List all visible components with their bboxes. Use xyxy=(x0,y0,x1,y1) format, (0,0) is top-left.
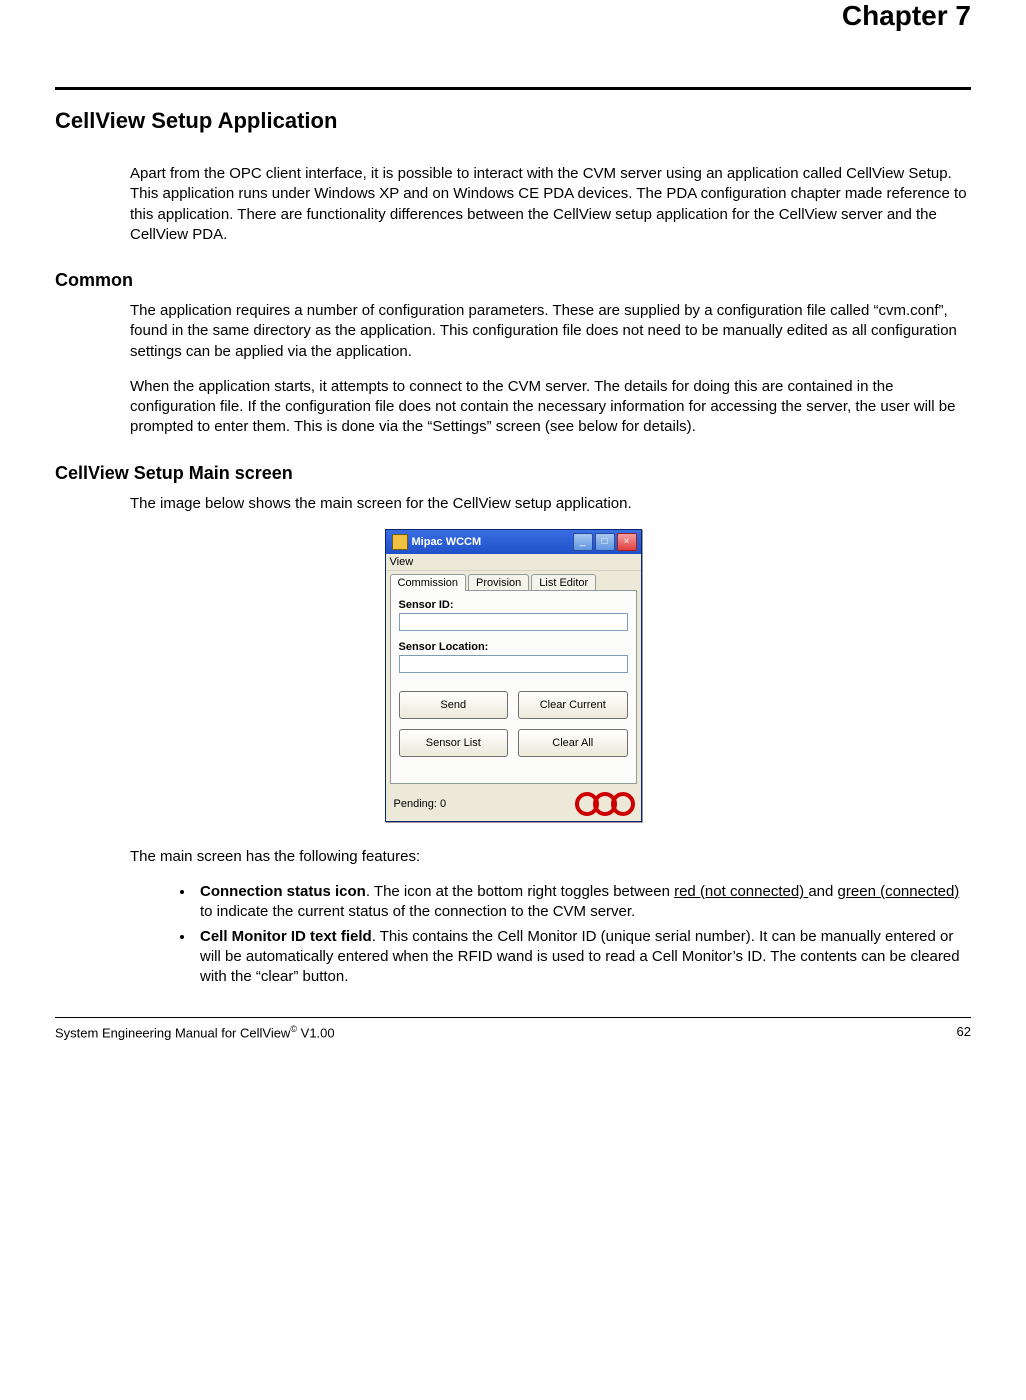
status-text: Pending: 0 xyxy=(394,798,447,810)
features-list: Connection status icon. The icon at the … xyxy=(55,882,971,987)
menu-view[interactable]: View xyxy=(390,556,414,568)
app-window: Mipac WCCM _ □ × View Commission Provisi… xyxy=(385,529,642,822)
sensor-location-input[interactable] xyxy=(399,655,628,673)
minimize-button[interactable]: _ xyxy=(573,533,593,551)
footer-left-b: V1.00 xyxy=(297,1026,335,1041)
menubar: View xyxy=(386,554,641,571)
sensor-id-input[interactable] xyxy=(399,613,628,631)
tab-list-editor[interactable]: List Editor xyxy=(531,574,596,591)
page-footer: System Engineering Manual for CellView© … xyxy=(55,1024,971,1040)
feature-connection-status: Connection status icon. The icon at the … xyxy=(195,882,971,923)
common-p2: When the application starts, it attempts… xyxy=(55,377,971,438)
connection-status-icon xyxy=(575,792,635,816)
main-screen-intro: The image below shows the main screen fo… xyxy=(55,494,971,514)
common-heading: Common xyxy=(55,270,971,291)
feature-1-underline-1: red (not connected) xyxy=(674,883,808,900)
section-heading: CellView Setup Application xyxy=(55,108,971,134)
titlebar: Mipac WCCM _ □ × xyxy=(386,530,641,554)
sensor-location-label: Sensor Location: xyxy=(399,641,628,653)
feature-cm-id-field: Cell Monitor ID text field. This contain… xyxy=(195,927,971,988)
app-screenshot-figure: Mipac WCCM _ □ × View Commission Provisi… xyxy=(55,529,971,822)
feature-1-title: Connection status icon xyxy=(200,883,366,900)
footer-left: System Engineering Manual for CellView© … xyxy=(55,1024,335,1040)
tab-commission[interactable]: Commission xyxy=(390,574,467,591)
feature-1-underline-2: green (connected) xyxy=(838,883,960,900)
tab-provision[interactable]: Provision xyxy=(468,574,529,591)
feature-1-text-b: and xyxy=(808,883,837,900)
maximize-button[interactable]: □ xyxy=(595,533,615,551)
clear-current-button[interactable]: Clear Current xyxy=(518,691,628,719)
feature-1-text-a: . The icon at the bottom right toggles b… xyxy=(366,883,674,900)
feature-2-title: Cell Monitor ID text field xyxy=(200,928,372,945)
statusbar: Pending: 0 xyxy=(386,788,641,821)
app-icon xyxy=(392,534,408,550)
window-title: Mipac WCCM xyxy=(412,536,569,548)
features-intro: The main screen has the following featur… xyxy=(55,847,971,867)
footer-rule xyxy=(55,1017,971,1018)
page-number: 62 xyxy=(957,1024,971,1040)
tabs-row: Commission Provision List Editor xyxy=(386,571,641,590)
sensor-id-label: Sensor ID: xyxy=(399,599,628,611)
close-button[interactable]: × xyxy=(617,533,637,551)
footer-left-a: System Engineering Manual for CellView xyxy=(55,1026,290,1041)
sensor-list-button[interactable]: Sensor List xyxy=(399,729,509,757)
chapter-title: Chapter 7 xyxy=(55,0,971,32)
feature-1-text-c: to indicate the current status of the co… xyxy=(200,903,635,920)
horizontal-rule xyxy=(55,87,971,90)
main-screen-heading: CellView Setup Main screen xyxy=(55,463,971,484)
send-button[interactable]: Send xyxy=(399,691,509,719)
tab-body: Sensor ID: Sensor Location: Send Clear C… xyxy=(390,590,637,784)
intro-paragraph: Apart from the OPC client interface, it … xyxy=(55,164,971,245)
common-p1: The application requires a number of con… xyxy=(55,301,971,362)
clear-all-button[interactable]: Clear All xyxy=(518,729,628,757)
